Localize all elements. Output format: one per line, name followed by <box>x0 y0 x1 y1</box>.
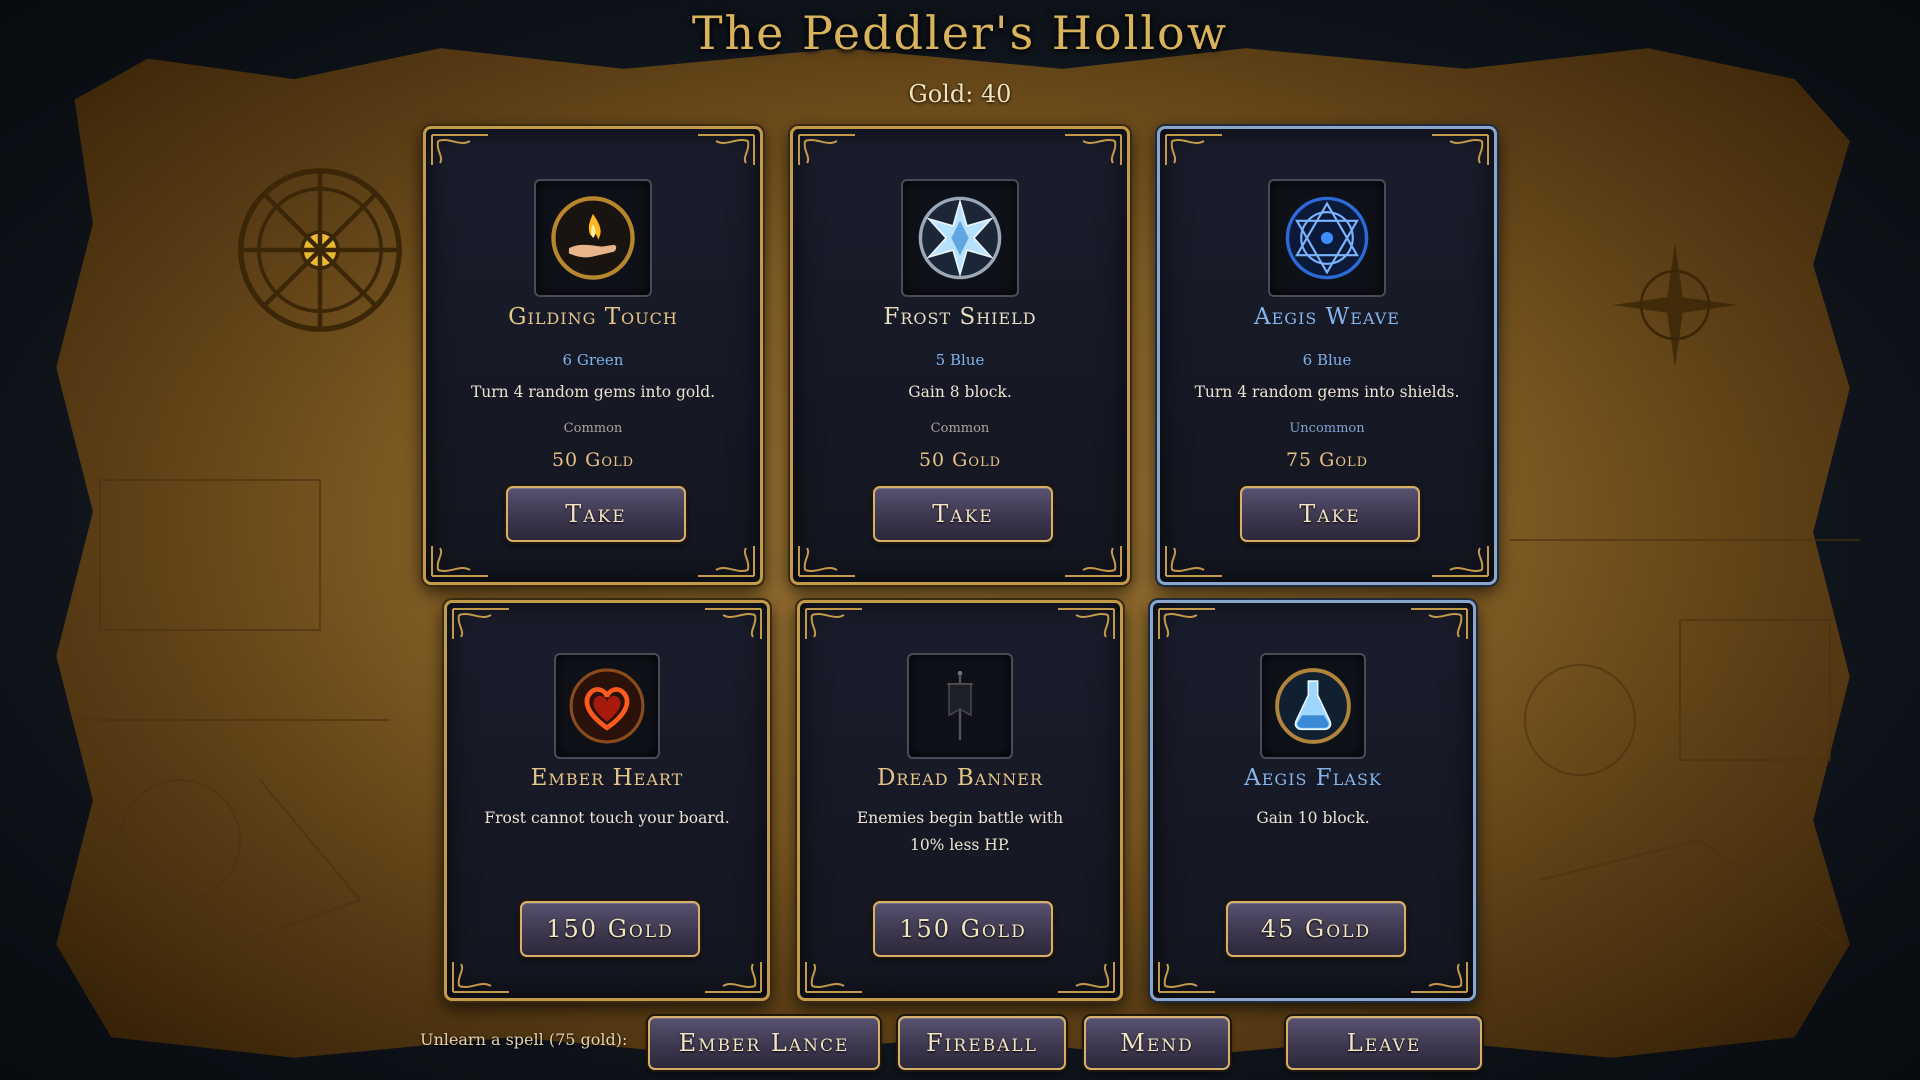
spell-name: Gilding Touch <box>508 304 678 330</box>
relic-description: Gain 10 block. <box>1256 809 1370 827</box>
spell-price: 50 Gold <box>551 449 635 471</box>
relic-description: Enemies begin battle with 10% less HP. <box>856 809 1064 854</box>
corner-ornament <box>1432 134 1489 165</box>
spell-rarity: Common <box>563 421 623 436</box>
corner-ornament <box>705 608 762 639</box>
corner-ornament <box>805 608 862 639</box>
relic-name: Ember Heart <box>530 765 684 791</box>
war-banner-icon <box>947 670 973 741</box>
spell-rarity: Common <box>930 421 990 436</box>
take-button[interactable]: Take <box>506 486 686 542</box>
corner-ornament <box>698 134 755 165</box>
spell-rarity: Uncommon <box>1289 421 1365 436</box>
spell-cost: 6 Blue <box>1302 351 1352 369</box>
corner-ornament <box>1058 608 1115 639</box>
potion-flask-icon <box>1275 668 1351 744</box>
corner-ornament <box>452 608 509 639</box>
relic-card-ember-heart: Ember Heart Frost cannot touch your boar… <box>444 600 770 1001</box>
corner-ornament <box>1411 608 1468 639</box>
flaming-heart-icon <box>569 668 645 744</box>
spell-icon-frame <box>1268 179 1386 297</box>
spell-name: Aegis Weave <box>1254 304 1400 330</box>
buy-relic-button[interactable]: 150 Gold <box>520 901 700 957</box>
unlearn-label: Unlearn a spell (75 gold): <box>420 1030 628 1049</box>
buy-relic-button[interactable]: 45 Gold <box>1226 901 1406 957</box>
corner-ornament <box>1065 134 1122 165</box>
spell-description: Gain 8 block. <box>908 383 1012 401</box>
spell-card-gilding-touch: Gilding Touch 6 Green Turn 4 random gems… <box>423 126 763 585</box>
relic-card-dread-banner: Dread Banner Enemies begin battle with 1… <box>797 600 1123 1001</box>
corner-ornament <box>452 962 509 993</box>
spell-card-aegis-weave: Aegis Weave 6 Blue Turn 4 random gems in… <box>1157 126 1497 585</box>
leave-button[interactable]: Leave <box>1286 1016 1482 1070</box>
spell-cost: 6 Green <box>562 351 624 369</box>
corner-ornament <box>1058 962 1115 993</box>
corner-ornament <box>1165 546 1222 577</box>
corner-ornament <box>431 134 488 165</box>
spell-icon-frame <box>534 179 652 297</box>
spell-cost: 5 Blue <box>935 351 985 369</box>
relic-icon-frame <box>554 653 660 759</box>
buy-relic-button[interactable]: 150 Gold <box>873 901 1053 957</box>
relic-icon-frame <box>1260 653 1366 759</box>
corner-ornament <box>1158 962 1215 993</box>
relic-description: Frost cannot touch your board. <box>484 809 730 827</box>
arcane-sigil-icon <box>1285 196 1369 280</box>
corner-ornament <box>698 546 755 577</box>
corner-ornament <box>431 546 488 577</box>
spell-price: 75 Gold <box>1285 449 1369 471</box>
unlearn-mend-button[interactable]: Mend <box>1084 1016 1230 1070</box>
corner-ornament <box>798 134 855 165</box>
corner-ornament <box>805 962 862 993</box>
flame-in-hand-icon <box>551 196 635 280</box>
corner-ornament <box>1411 962 1468 993</box>
corner-ornament <box>1165 134 1222 165</box>
corner-ornament <box>705 962 762 993</box>
gold-counter: Gold: 40 <box>908 80 1012 108</box>
relic-name: Dread Banner <box>876 765 1044 791</box>
spell-description: Turn 4 random gems into gold. <box>470 383 716 401</box>
relic-name: Aegis Flask <box>1244 765 1382 791</box>
ice-crystal-icon <box>918 196 1002 280</box>
corner-ornament <box>1432 546 1489 577</box>
spell-icon-frame <box>901 179 1019 297</box>
take-button[interactable]: Take <box>873 486 1053 542</box>
spell-name: Frost Shield <box>883 304 1037 330</box>
spell-price: 50 Gold <box>918 449 1002 471</box>
relic-icon-frame <box>907 653 1013 759</box>
relic-card-aegis-flask: Aegis Flask Gain 10 block. 45 Gold <box>1150 600 1476 1001</box>
spell-description: Turn 4 random gems into shields. <box>1194 383 1460 401</box>
spell-card-frost-shield: Frost Shield 5 Blue Gain 8 block. Common… <box>790 126 1130 585</box>
corner-ornament <box>1065 546 1122 577</box>
corner-ornament <box>1158 608 1215 639</box>
take-button[interactable]: Take <box>1240 486 1420 542</box>
unlearn-fireball-button[interactable]: Fireball <box>898 1016 1066 1070</box>
page-title: The Peddler's Hollow <box>691 6 1229 60</box>
corner-ornament <box>798 546 855 577</box>
unlearn-ember-lance-button[interactable]: Ember Lance <box>648 1016 880 1070</box>
